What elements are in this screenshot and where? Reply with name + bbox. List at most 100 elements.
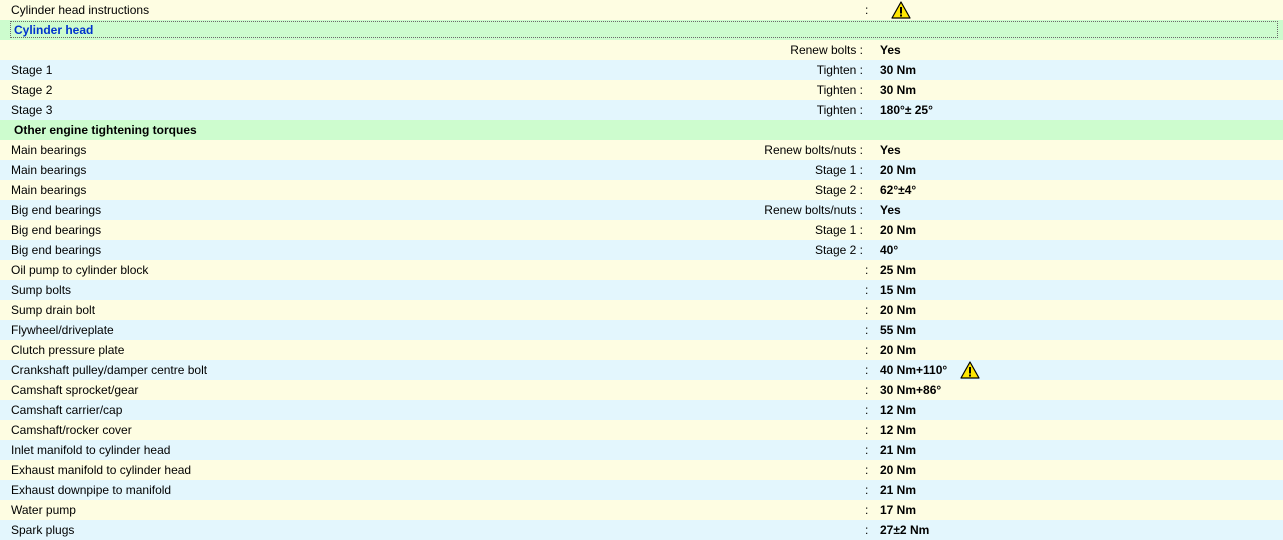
row-sublabel: Tighten :: [816, 63, 863, 77]
row-label: Water pump: [11, 503, 76, 517]
row-separator: :: [865, 463, 869, 477]
row-value: 30 Nm: [880, 63, 917, 77]
row-label: Stage 3: [11, 103, 53, 117]
row-label: Flywheel/driveplate: [11, 323, 114, 337]
row-value: Yes: [880, 43, 901, 57]
table-row[interactable]: Camshaft/rocker cover:12 Nm: [0, 420, 1283, 440]
row-label: Camshaft sprocket/gear: [11, 383, 139, 397]
row-label: Exhaust downpipe to manifold: [11, 483, 172, 497]
row-value: 12 Nm: [880, 423, 917, 437]
table-row[interactable]: Big end bearings Stage 1 : 20 Nm: [0, 220, 1283, 240]
row-value: 20 Nm: [880, 343, 917, 357]
warning-triangle-icon[interactable]: [891, 1, 911, 19]
table-row[interactable]: Water pump:17 Nm: [0, 500, 1283, 520]
row-value: 55 Nm: [880, 323, 917, 337]
table-row[interactable]: Stage 1 Tighten : 30 Nm: [0, 60, 1283, 80]
table-row[interactable]: Renew bolts : Yes: [0, 40, 1283, 60]
row-value: 20 Nm: [880, 223, 917, 237]
row-sublabel: Tighten :: [816, 83, 863, 97]
torque-specs-table: Cylinder head instructions: Cylinder head…: [0, 0, 1283, 540]
table-row[interactable]: Crankshaft pulley/damper centre bolt:40 …: [0, 360, 1283, 380]
table-row[interactable]: Main bearings Renew bolts/nuts : Yes: [0, 140, 1283, 160]
table-row[interactable]: Clutch pressure plate:20 Nm: [0, 340, 1283, 360]
row-value: 30 Nm: [880, 83, 917, 97]
row-value: Yes: [880, 143, 901, 157]
row-sublabel: Stage 2 :: [814, 243, 863, 257]
table-row[interactable]: Main bearings Stage 2 : 62°±4°: [0, 180, 1283, 200]
row-value: 20 Nm: [880, 463, 917, 477]
row-value: 25 Nm: [880, 263, 917, 277]
table-row[interactable]: Exhaust downpipe to manifold:21 Nm: [0, 480, 1283, 500]
table-row[interactable]: Oil pump to cylinder block:25 Nm: [0, 260, 1283, 280]
row-separator: :: [865, 403, 869, 417]
row-label: Main bearings: [11, 163, 87, 177]
warning-triangle-icon[interactable]: [960, 361, 980, 379]
row-value: 20 Nm: [880, 303, 917, 317]
table-row[interactable]: Cylinder head instructions:: [0, 0, 1283, 20]
table-row[interactable]: Sump bolts:15 Nm: [0, 280, 1283, 300]
row-value: 20 Nm: [880, 163, 917, 177]
row-separator: :: [865, 383, 869, 397]
table-row[interactable]: Flywheel/driveplate:55 Nm: [0, 320, 1283, 340]
table-row[interactable]: Camshaft sprocket/gear:30 Nm+86°: [0, 380, 1283, 400]
table-row[interactable]: Stage 2 Tighten : 30 Nm: [0, 80, 1283, 100]
table-row[interactable]: Inlet manifold to cylinder head:21 Nm: [0, 440, 1283, 460]
row-sublabel: Renew bolts/nuts :: [764, 203, 863, 217]
row-value: 12 Nm: [880, 403, 917, 417]
row-sublabel: Renew bolts/nuts :: [764, 143, 863, 157]
table-row[interactable]: Big end bearings Renew bolts/nuts : Yes: [0, 200, 1283, 220]
row-label: Main bearings: [11, 183, 87, 197]
row-separator: :: [865, 523, 869, 537]
row-sublabel: Tighten :: [816, 103, 863, 117]
table-row[interactable]: Big end bearings Stage 2 : 40°: [0, 240, 1283, 260]
row-separator: :: [865, 3, 869, 17]
row-value: Yes: [880, 203, 901, 217]
row-value: 180°± 25°: [880, 103, 933, 117]
row-label: Exhaust manifold to cylinder head: [11, 463, 192, 477]
row-value: 40 Nm+110°: [880, 363, 948, 377]
row-value: 30 Nm+86°: [880, 383, 942, 397]
section-header[interactable]: Other engine tightening torques: [0, 120, 1283, 140]
row-label: Stage 1: [11, 63, 53, 77]
row-sublabel: Stage 1 :: [814, 163, 863, 177]
table-row[interactable]: Stage 3 Tighten : 180°± 25°: [0, 100, 1283, 120]
table-row[interactable]: Sump drain bolt:20 Nm: [0, 300, 1283, 320]
row-separator: :: [865, 423, 869, 437]
row-separator: :: [865, 303, 869, 317]
row-value: 15 Nm: [880, 283, 917, 297]
section-title: Other engine tightening torques: [14, 123, 197, 137]
row-label: Sump drain bolt: [11, 303, 96, 317]
row-separator: :: [865, 323, 869, 337]
row-value: 27±2 Nm: [880, 523, 930, 537]
row-separator: :: [865, 283, 869, 297]
row-label: Big end bearings: [11, 223, 102, 237]
row-sublabel: Renew bolts :: [790, 43, 863, 57]
row-label: Main bearings: [11, 143, 87, 157]
table-row[interactable]: Spark plugs:27±2 Nm: [0, 520, 1283, 540]
row-label: Camshaft carrier/cap: [11, 403, 123, 417]
row-label: Big end bearings: [11, 203, 102, 217]
row-label: Inlet manifold to cylinder head: [11, 443, 171, 457]
section-title: Cylinder head: [10, 21, 1278, 38]
table-row[interactable]: Exhaust manifold to cylinder head:20 Nm: [0, 460, 1283, 480]
row-sublabel: Stage 2 :: [814, 183, 863, 197]
section-header[interactable]: Cylinder head: [0, 20, 1283, 40]
table-row[interactable]: Camshaft carrier/cap:12 Nm: [0, 400, 1283, 420]
row-label: Sump bolts: [11, 283, 72, 297]
row-value: 62°±4°: [880, 183, 917, 197]
row-label: Stage 2: [11, 83, 53, 97]
row-label: Oil pump to cylinder block: [11, 263, 149, 277]
row-value: 21 Nm: [880, 483, 917, 497]
row-label: Spark plugs: [11, 523, 75, 537]
row-value: 40°: [880, 243, 899, 257]
row-separator: :: [865, 363, 869, 377]
row-separator: :: [865, 443, 869, 457]
row-sublabel: Stage 1 :: [814, 223, 863, 237]
row-label: Big end bearings: [11, 243, 102, 257]
table-row[interactable]: Main bearings Stage 1 : 20 Nm: [0, 160, 1283, 180]
row-value: 21 Nm: [880, 443, 917, 457]
row-separator: :: [865, 483, 869, 497]
row-separator: :: [865, 263, 869, 277]
row-value: 17 Nm: [880, 503, 917, 517]
row-label: Crankshaft pulley/damper centre bolt: [11, 363, 208, 377]
